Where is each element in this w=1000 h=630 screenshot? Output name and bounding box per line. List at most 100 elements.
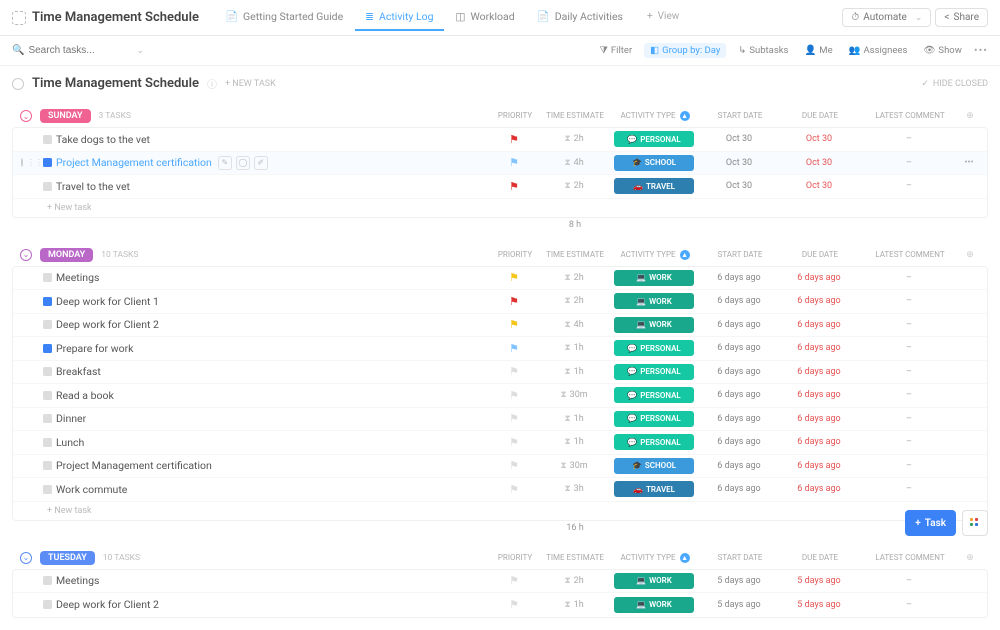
cell-priority[interactable]: ⚑ <box>489 365 539 378</box>
status-box[interactable] <box>43 485 52 494</box>
task-name[interactable]: Travel to the vet <box>52 180 489 193</box>
cell-priority[interactable]: ⚑ <box>489 271 539 284</box>
cell-start-date[interactable]: Oct 30 <box>699 181 779 191</box>
add-column-button[interactable]: ⊕ <box>960 111 980 121</box>
status-box[interactable] <box>43 158 52 167</box>
add-column-button[interactable]: ⊕ <box>960 250 980 260</box>
cell-priority[interactable]: ⚑ <box>489 412 539 425</box>
cell-latest-comment[interactable]: – <box>859 437 959 447</box>
cell-priority[interactable]: ⚑ <box>489 342 539 355</box>
cell-latest-comment[interactable]: – <box>859 134 959 144</box>
col-priority[interactable]: PRIORITY <box>490 111 540 121</box>
col-due-date[interactable]: DUE DATE <box>780 250 860 260</box>
me-button[interactable]: 👤Me <box>800 43 836 58</box>
task-row[interactable]: Breakfast ⚑ ⧗1h 💬PERSONAL 6 days ago 6 d… <box>13 361 987 385</box>
cell-time-estimate[interactable]: ⧗4h <box>539 320 609 330</box>
task-row[interactable]: Dinner ⚑ ⧗1h 💬PERSONAL 6 days ago 6 days… <box>13 408 987 432</box>
cell-time-estimate[interactable]: ⧗1h <box>539 343 609 353</box>
task-row[interactable]: Lunch ⚑ ⧗1h 💬PERSONAL 6 days ago 6 days … <box>13 431 987 455</box>
drag-handle-icon[interactable]: ⋮⋮ <box>27 158 43 167</box>
cell-start-date[interactable]: 6 days ago <box>699 390 779 400</box>
status-box[interactable] <box>43 320 52 329</box>
cell-due-date[interactable]: 6 days ago <box>779 461 859 471</box>
cell-priority[interactable]: ⚑ <box>489 318 539 331</box>
info-icon[interactable]: ⓘ <box>207 76 217 91</box>
activity-type-pill[interactable]: 💻WORK <box>614 293 694 309</box>
cell-due-date[interactable]: 6 days ago <box>779 484 859 494</box>
cell-priority[interactable]: ⚑ <box>489 574 539 587</box>
priority-flag-icon[interactable]: ⚑ <box>509 180 519 193</box>
cell-due-date[interactable]: 6 days ago <box>779 367 859 377</box>
activity-type-pill[interactable]: 🎓SCHOOL <box>614 458 694 474</box>
cell-priority[interactable]: ⚑ <box>489 483 539 496</box>
cell-start-date[interactable]: Oct 30 <box>699 134 779 144</box>
cell-latest-comment[interactable]: – <box>859 273 959 283</box>
priority-flag-icon[interactable]: ⚑ <box>509 459 519 472</box>
priority-flag-icon[interactable]: ⚑ <box>509 156 519 169</box>
cell-priority[interactable]: ⚑ <box>489 598 539 611</box>
search[interactable]: 🔍 ⌄ <box>12 45 144 56</box>
cell-time-estimate[interactable]: ⧗1h <box>539 367 609 377</box>
col-due-date[interactable]: DUE DATE <box>780 111 860 121</box>
cell-start-date[interactable]: 5 days ago <box>699 600 779 610</box>
assignees-button[interactable]: 👥Assignees <box>845 43 912 58</box>
task-name[interactable]: Meetings <box>52 574 489 587</box>
cell-activity-type[interactable]: 💬PERSONAL <box>609 434 699 450</box>
show-button[interactable]: 👁Show <box>919 43 966 58</box>
cell-latest-comment[interactable]: – <box>859 343 959 353</box>
activity-type-pill[interactable]: 💻WORK <box>614 317 694 333</box>
cell-due-date[interactable]: 6 days ago <box>779 273 859 283</box>
cell-priority[interactable]: ⚑ <box>489 389 539 402</box>
cell-due-date[interactable]: Oct 30 <box>779 181 859 191</box>
select-circle-icon[interactable] <box>21 158 23 167</box>
cell-due-date[interactable]: 6 days ago <box>779 437 859 447</box>
cell-activity-type[interactable]: 💬PERSONAL <box>609 364 699 380</box>
group-collapse-icon[interactable]: ⌄ <box>20 110 32 122</box>
priority-flag-icon[interactable]: ⚑ <box>509 389 519 402</box>
status-box[interactable] <box>43 576 52 585</box>
search-input[interactable] <box>28 45 128 56</box>
cell-due-date[interactable]: 5 days ago <box>779 600 859 610</box>
tag-icon[interactable]: ◯ <box>236 156 250 170</box>
group-collapse-icon[interactable]: ⌄ <box>20 249 32 261</box>
status-box[interactable] <box>43 297 52 306</box>
cell-time-estimate[interactable]: ⧗4h <box>539 158 609 168</box>
cell-latest-comment[interactable]: – <box>859 576 959 586</box>
cell-activity-type[interactable]: 💬PERSONAL <box>609 131 699 147</box>
col-latest-comment[interactable]: LATEST COMMENT <box>860 553 960 563</box>
col-time-estimate[interactable]: TIME ESTIMATE <box>540 111 610 121</box>
cell-activity-type[interactable]: 💻WORK <box>609 317 699 333</box>
cell-activity-type[interactable]: 🚗TRAVEL <box>609 481 699 497</box>
cell-activity-type[interactable]: 🚗TRAVEL <box>609 178 699 194</box>
cell-time-estimate[interactable]: ⧗1h <box>539 600 609 610</box>
cell-priority[interactable]: ⚑ <box>489 180 539 193</box>
cell-time-estimate[interactable]: ⧗2h <box>539 181 609 191</box>
status-box[interactable] <box>43 182 52 191</box>
add-column-button[interactable]: ⊕ <box>960 553 980 563</box>
task-name[interactable]: Project Management certification✎◯✐ <box>52 156 489 170</box>
cell-start-date[interactable]: 6 days ago <box>699 437 779 447</box>
task-row[interactable]: Meetings ⚑ ⧗2h 💻WORK 6 days ago 6 days a… <box>13 267 987 291</box>
cell-due-date[interactable]: 6 days ago <box>779 296 859 306</box>
cell-due-date[interactable]: Oct 30 <box>779 158 859 168</box>
status-box[interactable] <box>43 135 52 144</box>
cell-start-date[interactable]: 6 days ago <box>699 484 779 494</box>
subtasks-button[interactable]: ↳Subtasks <box>734 43 792 58</box>
cell-latest-comment[interactable]: – <box>859 181 959 191</box>
task-row[interactable]: Take dogs to the vet ⚑ ⧗2h 💬PERSONAL Oct… <box>13 128 987 152</box>
col-start-date[interactable]: START DATE <box>700 111 780 121</box>
status-box[interactable] <box>43 367 52 376</box>
activity-type-pill[interactable]: 🚗TRAVEL <box>614 481 694 497</box>
activity-type-pill[interactable]: 🎓SCHOOL <box>614 155 694 171</box>
task-name[interactable]: Lunch <box>52 436 489 449</box>
cell-activity-type[interactable]: 💬PERSONAL <box>609 387 699 403</box>
status-box[interactable] <box>43 438 52 447</box>
status-box[interactable] <box>43 414 52 423</box>
group-by-button[interactable]: ◧Group by: Day <box>644 43 726 58</box>
activity-type-pill[interactable]: 💬PERSONAL <box>614 411 694 427</box>
activity-type-pill[interactable]: 💻WORK <box>614 597 694 613</box>
cell-start-date[interactable]: 6 days ago <box>699 367 779 377</box>
task-row[interactable]: Prepare for work ⚑ ⧗1h 💬PERSONAL 6 days … <box>13 337 987 361</box>
task-name[interactable]: Read a book <box>52 389 489 402</box>
add-view-button[interactable]: + View <box>637 5 689 30</box>
